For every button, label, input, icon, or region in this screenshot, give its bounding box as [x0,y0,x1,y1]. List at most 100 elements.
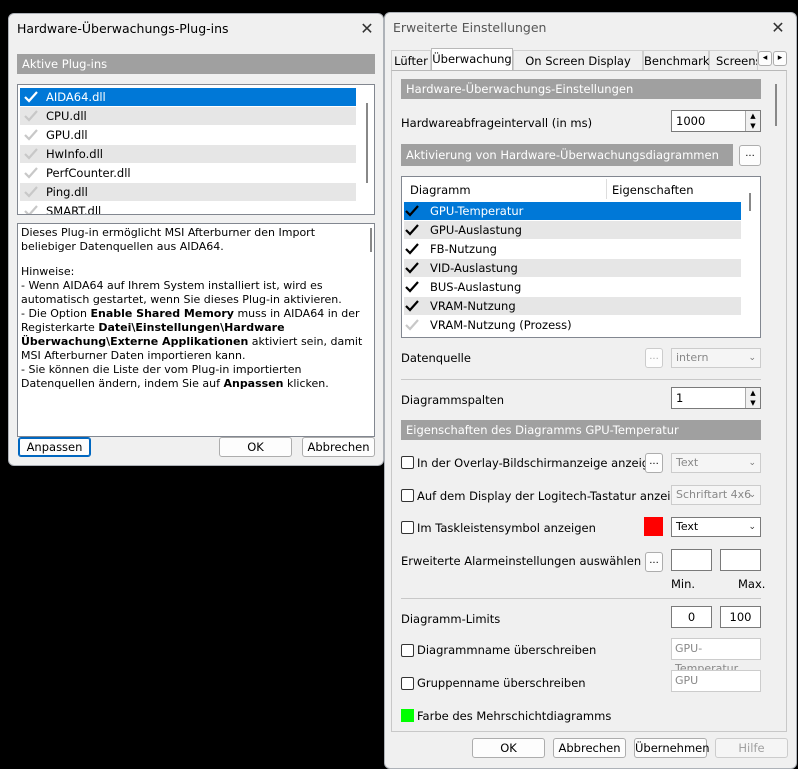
tab-scroll-left-icon[interactable]: ◂ [758,51,772,66]
plugins-ok-button[interactable]: OK [219,437,292,457]
tray-label[interactable]: Im Taskleistensymbol anzeigen [417,521,596,535]
checkmark-icon[interactable] [405,204,419,218]
osd-label[interactable]: In der Overlay-Bildschirmanzeige anzeige… [417,456,663,470]
tray-combo[interactable]: Text ⌄ [671,517,761,537]
spin-down-icon[interactable]: ▼ [745,398,760,408]
spin-up-icon[interactable]: ▲ [745,388,760,398]
graph-row[interactable]: GPU-Auslastung [404,221,741,239]
graph-name: BUS-Auslastung [430,280,522,294]
plugin-row[interactable]: CPU.dll [20,107,356,125]
plugin-description: Dieses Plug-in ermöglicht MSI Afterburne… [17,223,375,437]
chevron-down-icon: ⌄ [748,458,756,468]
desc-hint-2b: Enable Shared Memory [90,307,234,320]
checkmark-icon[interactable] [405,242,419,256]
help-button[interactable]: Hilfe [715,738,788,758]
osd-more-button[interactable]: ... [645,453,663,473]
plugin-row[interactable]: HwInfo.dll [20,145,356,163]
settings-titlebar[interactable]: Erweiterte Einstellungen ✕ [385,13,796,43]
checkmark-icon[interactable] [24,90,38,104]
datasource-button[interactable]: ... [645,348,663,368]
tab-screenshot[interactable]: Screens [709,50,758,70]
spin-down-icon[interactable]: ▼ [745,121,760,131]
override-group-label[interactable]: Gruppenname überschreiben [417,676,586,690]
alarm-max-label: Max. [738,577,766,591]
alarm-max-input[interactable] [720,549,761,571]
osd-combo[interactable]: Text ⌄ [671,453,761,473]
checkmark-icon[interactable] [405,299,419,313]
chevron-down-icon: ⌄ [748,522,756,532]
tab-fans[interactable]: Lüfter [391,50,431,70]
checkmark-icon[interactable] [24,128,38,142]
properties-header: Eigenschaften des Diagramms GPU-Temperat… [401,420,761,440]
plugins-list[interactable]: AIDA64.dll CPU.dll GPU.dll HwInfo.dll PerfCo… [17,84,375,215]
spin-up-icon[interactable]: ▲ [745,111,760,121]
activation-more-button[interactable]: ... [739,145,761,166]
logitech-combo[interactable]: Schriftart 4x6 ⌄ [671,485,761,505]
plugins-scrollbar[interactable] [366,103,368,183]
poll-interval-spinner[interactable]: 1000 ▲ ▼ [671,110,761,132]
override-graph-label[interactable]: Diagrammname überschreiben [417,643,596,657]
tab-benchmark[interactable]: Benchmark [643,50,710,70]
limit-max-input[interactable]: 100 [720,606,761,628]
checkmark-icon[interactable] [24,185,38,199]
columns-spinner[interactable]: 1 ▲ ▼ [671,387,761,409]
col-graph-header[interactable]: Diagramm [410,183,471,197]
tray-color-swatch[interactable] [644,517,663,536]
graph-row[interactable]: FB-Nutzung [404,240,741,258]
tray-checkbox[interactable] [401,521,414,534]
tab-osd[interactable]: On Screen Display (OSD) [513,50,643,88]
close-icon[interactable]: ✕ [355,18,379,40]
plugin-name: Ping.dll [46,185,88,199]
description-scrollbar[interactable] [370,228,372,252]
plugins-cancel-button[interactable]: Abbrechen [302,437,375,457]
tab-monitoring[interactable]: Überwachung [431,48,513,71]
plugin-name: PerfCounter.dll [46,166,131,180]
graph-row[interactable]: VRAM-Nutzung [404,297,741,315]
plugin-row[interactable]: SMART.dll [20,202,356,214]
checkmark-icon[interactable] [24,166,38,180]
apply-button[interactable]: Übernehmen [634,738,710,758]
plugin-row[interactable]: Ping.dll [20,183,356,201]
override-group-checkbox[interactable] [401,677,414,690]
plugins-dialog-title: Hardware-Überwachungs-Plug-ins [17,21,229,36]
column-divider [606,179,607,199]
override-graph-checkbox[interactable] [401,644,414,657]
osd-checkbox[interactable] [401,456,414,469]
settings-ok-button[interactable]: OK [472,738,545,758]
panel-scrollbar[interactable] [775,84,777,126]
settings-cancel-button[interactable]: Abbrechen [553,738,626,758]
layer-color-swatch[interactable] [401,709,414,722]
tab-scroll-right-icon[interactable]: ▸ [773,51,787,66]
graphs-scrollbar[interactable] [749,193,751,211]
close-icon[interactable]: ✕ [766,17,790,39]
override-graph-input[interactable]: GPU-Temperatur [671,638,761,675]
plugins-titlebar[interactable]: Hardware-Überwachungs-Plug-ins ✕ [9,14,383,44]
override-group-input[interactable]: GPU [671,670,761,692]
limit-min-input[interactable]: 0 [671,606,712,628]
checkmark-icon[interactable] [405,261,419,275]
alarm-more-button[interactable]: ... [645,552,663,572]
col-props-header[interactable]: Eigenschaften [612,183,694,197]
plugin-row[interactable]: PerfCounter.dll [20,164,356,182]
checkmark-icon[interactable] [405,223,419,237]
customize-button[interactable]: Anpassen [18,437,91,457]
logitech-label[interactable]: Auf dem Display der Logitech-Tastatur an… [417,489,692,503]
checkmark-icon[interactable] [24,204,38,214]
graph-row[interactable]: VRAM-Nutzung (Prozess) [404,316,741,334]
graphs-list[interactable]: Diagramm Eigenschaften GPU-Temperatur GPU… [401,176,761,338]
plugin-row[interactable]: GPU.dll [20,126,356,144]
alarm-label: Erweiterte Alarmeinstellungen auswählen [401,554,642,568]
checkmark-icon[interactable] [24,109,38,123]
alarm-min-input[interactable] [671,549,712,571]
plugin-row[interactable]: AIDA64.dll [20,88,356,106]
graph-row[interactable]: BUS-Auslastung [404,278,741,296]
checkmark-icon[interactable] [24,147,38,161]
graph-row[interactable]: VID-Auslastung [404,259,741,277]
checkmark-icon[interactable] [405,280,419,294]
logitech-checkbox[interactable] [401,489,414,502]
divider [401,598,761,599]
checkmark-icon[interactable] [405,318,419,332]
datasource-combo[interactable]: intern ⌄ [671,348,761,368]
graph-row[interactable]: GPU-Temperatur [404,202,741,220]
limits-label: Diagramm-Limits [401,612,501,626]
